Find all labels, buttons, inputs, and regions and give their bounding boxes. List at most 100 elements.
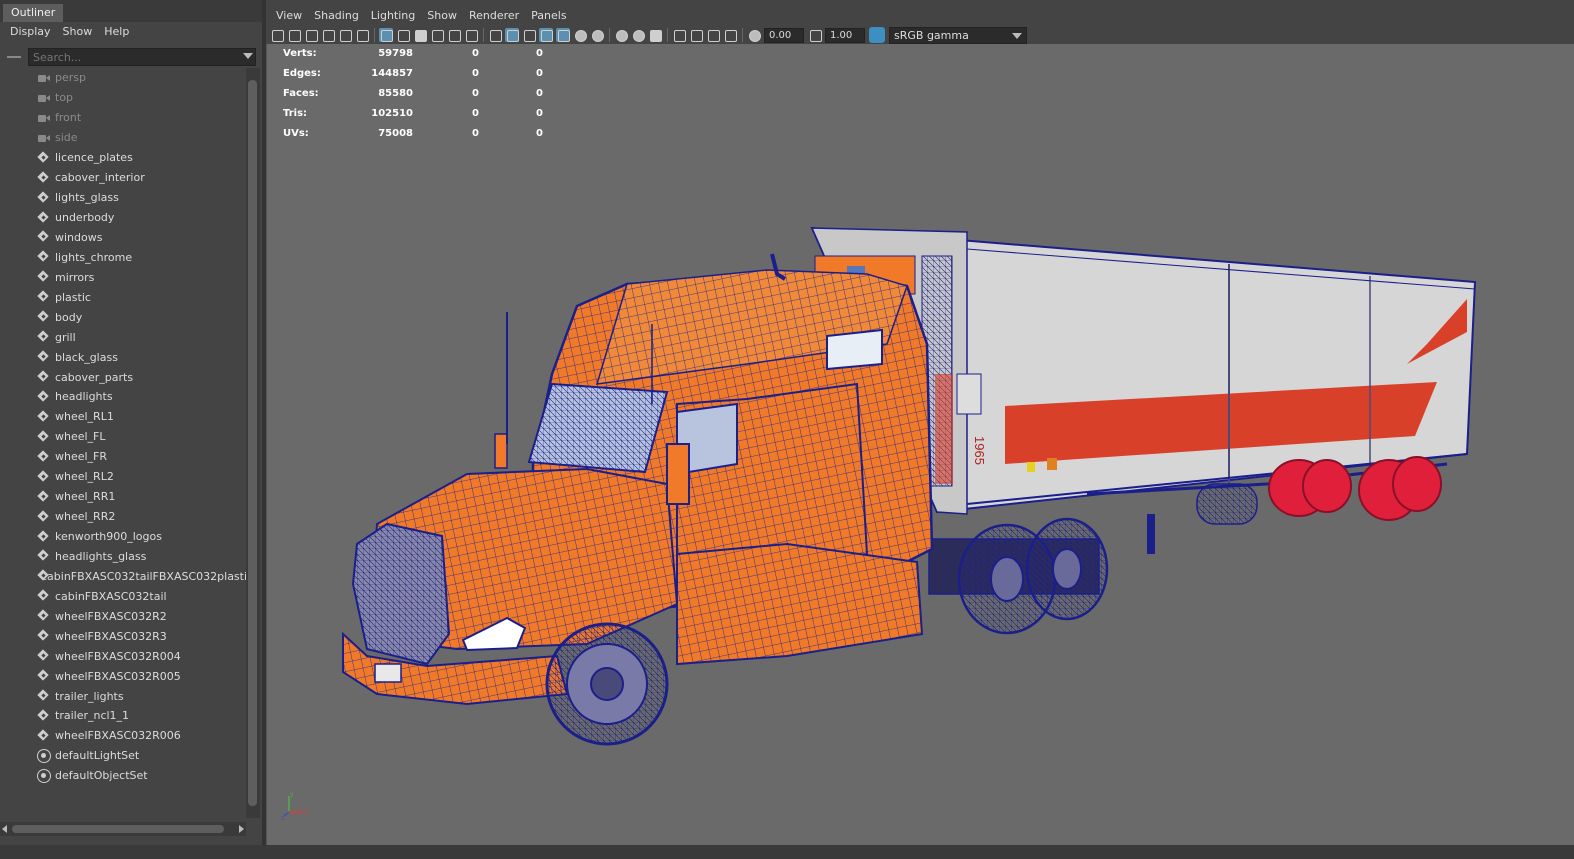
lights-icon[interactable] bbox=[573, 28, 587, 42]
outliner-item[interactable]: plastic bbox=[0, 287, 246, 307]
smooth-shade-icon[interactable] bbox=[505, 28, 519, 42]
set-icon bbox=[37, 748, 51, 763]
outliner-item[interactable]: wheel_RR1 bbox=[0, 487, 246, 507]
outliner-item[interactable]: licence_plates bbox=[0, 148, 246, 168]
outliner-item[interactable]: defaultObjectSet bbox=[0, 766, 246, 786]
outliner-item-label: cabinFBXASC032tail bbox=[55, 589, 167, 603]
outliner-item[interactable]: wheel_RL1 bbox=[0, 407, 246, 427]
outliner-item[interactable]: persp bbox=[0, 68, 246, 88]
gate-mask-icon[interactable] bbox=[430, 28, 444, 42]
motion-blur-icon[interactable] bbox=[631, 28, 645, 42]
outliner-item[interactable]: underbody bbox=[0, 208, 246, 228]
field-chart-icon[interactable] bbox=[447, 28, 461, 42]
outliner-item[interactable]: cabover_interior bbox=[0, 168, 246, 188]
menu-help[interactable]: Help bbox=[98, 22, 135, 42]
outliner-item[interactable]: wheelFBXASC032R006 bbox=[0, 726, 246, 746]
outliner-horizontal-scrollbar[interactable] bbox=[0, 822, 246, 836]
outliner-item[interactable]: wheel_FR bbox=[0, 447, 246, 467]
scroll-right-icon[interactable] bbox=[239, 825, 244, 833]
xray-joints-icon[interactable] bbox=[706, 28, 720, 42]
outliner-item[interactable]: trailer_lights bbox=[0, 686, 246, 706]
3d-viewport[interactable]: 1965 Verts: 59798 0 0 Edges: 144857 0 0 … bbox=[266, 44, 1574, 845]
outliner-item[interactable]: lights_glass bbox=[0, 188, 246, 208]
scroll-thumb[interactable] bbox=[12, 825, 224, 833]
outliner-item[interactable]: cabinFBXASC032tail bbox=[0, 586, 246, 606]
menu-shading[interactable]: Shading bbox=[308, 6, 365, 26]
outliner-item[interactable]: wheel_FL bbox=[0, 427, 246, 447]
toolbar-separator bbox=[374, 28, 375, 42]
menu-show[interactable]: Show bbox=[421, 6, 463, 26]
isolate-select-icon[interactable] bbox=[672, 28, 686, 42]
group-icon bbox=[37, 311, 51, 323]
outliner-item[interactable]: grill bbox=[0, 327, 246, 347]
outliner-item[interactable]: mirrors bbox=[0, 267, 246, 287]
outliner-item[interactable]: wheelFBXASC032R2 bbox=[0, 606, 246, 626]
menu-display[interactable]: Display bbox=[4, 22, 57, 42]
hud-value: 0 bbox=[472, 128, 479, 139]
camera-attributes-icon[interactable] bbox=[287, 28, 301, 42]
filter-toggle-icon[interactable] bbox=[7, 56, 21, 58]
bookmark-icon[interactable] bbox=[304, 28, 318, 42]
menu-lighting[interactable]: Lighting bbox=[365, 6, 421, 26]
gamma-icon[interactable] bbox=[808, 28, 822, 42]
grid-icon[interactable] bbox=[379, 28, 393, 42]
outliner-item[interactable]: wheel_RR2 bbox=[0, 507, 246, 527]
scroll-thumb[interactable] bbox=[248, 80, 257, 806]
outliner-item[interactable]: wheelFBXASC032R3 bbox=[0, 626, 246, 646]
outliner-item[interactable]: front bbox=[0, 108, 246, 128]
outliner-item[interactable]: cabover_parts bbox=[0, 367, 246, 387]
group-icon bbox=[37, 192, 51, 204]
use-default-material-icon[interactable] bbox=[522, 28, 536, 42]
menu-renderer[interactable]: Renderer bbox=[463, 6, 525, 26]
2d-pan-zoom-icon[interactable] bbox=[338, 28, 352, 42]
menu-show[interactable]: Show bbox=[57, 22, 99, 42]
outliner-item[interactable]: wheelFBXASC032R004 bbox=[0, 646, 246, 666]
select-camera-icon[interactable] bbox=[270, 28, 284, 42]
outliner-vertical-scrollbar[interactable] bbox=[246, 68, 260, 818]
wireframe-on-shaded-icon[interactable] bbox=[539, 28, 553, 42]
outliner-item[interactable]: wheelFBXASC032R005 bbox=[0, 666, 246, 686]
ambient-occlusion-icon[interactable] bbox=[614, 28, 628, 42]
image-plane-icon[interactable] bbox=[321, 28, 335, 42]
backface-culling-icon[interactable] bbox=[723, 28, 737, 42]
textured-icon[interactable] bbox=[556, 28, 570, 42]
exposure-field[interactable]: 0.00 bbox=[764, 27, 804, 43]
hud-value: 0 bbox=[536, 108, 543, 119]
outliner-menubar: Display Show Help bbox=[0, 22, 262, 42]
gamma-field[interactable]: 1.00 bbox=[825, 27, 865, 43]
exposure-icon[interactable] bbox=[747, 28, 761, 42]
color-management-icon[interactable] bbox=[869, 27, 885, 43]
group-icon bbox=[37, 371, 51, 383]
grease-pencil-icon[interactable] bbox=[355, 28, 369, 42]
hud-row: Edges: 144857 0 0 bbox=[283, 66, 543, 86]
color-space-select[interactable]: sRGB gamma bbox=[889, 26, 1027, 44]
outliner-item[interactable]: trailer_ncl1_1 bbox=[0, 706, 246, 726]
outliner-item[interactable]: windows bbox=[0, 228, 246, 248]
anti-aliasing-icon[interactable] bbox=[648, 28, 662, 42]
xray-icon[interactable] bbox=[689, 28, 703, 42]
menu-panels[interactable]: Panels bbox=[525, 6, 572, 26]
film-gate-icon[interactable] bbox=[396, 28, 410, 42]
outliner-item[interactable]: lights_chrome bbox=[0, 247, 246, 267]
resolution-gate-icon[interactable] bbox=[413, 28, 427, 42]
wireframe-icon[interactable] bbox=[488, 28, 502, 42]
outliner-item[interactable]: headlights_glass bbox=[0, 547, 246, 567]
search-input[interactable] bbox=[29, 49, 229, 65]
outliner-item[interactable]: kenworth900_logos bbox=[0, 527, 246, 547]
outliner-item[interactable]: top bbox=[0, 88, 246, 108]
menu-view[interactable]: View bbox=[270, 6, 308, 26]
scroll-left-icon[interactable] bbox=[2, 825, 7, 833]
shadows-icon[interactable] bbox=[590, 28, 604, 42]
outliner-item[interactable]: defaultLightSet bbox=[0, 746, 246, 766]
outliner-item[interactable]: body bbox=[0, 307, 246, 327]
outliner-item[interactable]: cabinFBXASC032tailFBXASC032plastic bbox=[0, 566, 246, 586]
outliner-item[interactable]: side bbox=[0, 128, 246, 148]
outliner-item[interactable]: wheel_RL2 bbox=[0, 467, 246, 487]
outliner-item[interactable]: headlights bbox=[0, 387, 246, 407]
outliner-item[interactable]: black_glass bbox=[0, 347, 246, 367]
safe-title-icon[interactable] bbox=[464, 28, 478, 42]
search-dropdown-icon[interactable] bbox=[243, 53, 253, 59]
truck-model[interactable]: 1965 bbox=[267, 44, 1574, 845]
camera-icon bbox=[37, 92, 51, 104]
outliner-tab[interactable]: Outliner bbox=[3, 4, 64, 22]
